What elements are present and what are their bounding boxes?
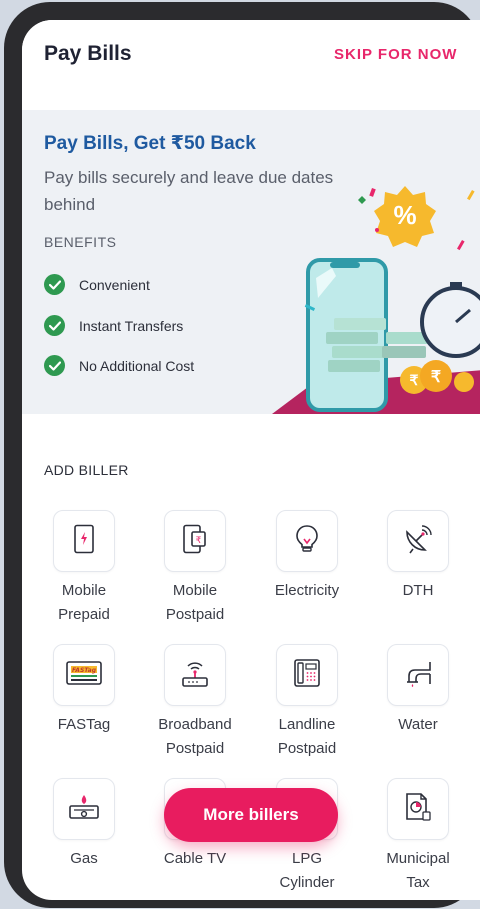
- promo-title: Pay Bills, Get ₹50 Back: [44, 133, 256, 154]
- biller-label: Electricity: [257, 579, 357, 603]
- router-icon: [180, 658, 210, 693]
- landline-phone-icon: [293, 658, 321, 693]
- biller-label: Mobile Prepaid: [34, 579, 134, 627]
- mobile-postpaid-icon: ₹: [182, 524, 208, 559]
- satellite-dish-icon: [403, 524, 433, 559]
- biller-municipal-tax[interactable]: Municipal Tax: [368, 778, 468, 895]
- fastag-card-icon: FASTag: [66, 660, 102, 691]
- biller-label: LPG Cylinder: [257, 847, 357, 895]
- gas-stove-icon: [68, 793, 100, 826]
- biller-label-line1: Municipal: [386, 850, 450, 867]
- benefits-label: BENEFITS: [44, 234, 117, 250]
- biller-mobile-postpaid[interactable]: ₹ Mobile Postpaid: [145, 510, 245, 627]
- biller-label-line2: Postpaid: [165, 740, 225, 757]
- benefit-label: Instant Transfers: [79, 317, 184, 334]
- check-icon: [44, 315, 65, 336]
- biller-label: Gas: [34, 847, 134, 871]
- biller-label: Mobile Postpaid: [145, 579, 245, 627]
- water-tap-icon: [403, 658, 433, 693]
- benefit-item: Instant Transfers: [44, 315, 183, 336]
- biller-label: DTH: [368, 579, 468, 603]
- promo-banner: Pay Bills, Get ₹50 Back Pay bills secure…: [22, 110, 480, 414]
- biller-tile[interactable]: FASTag: [53, 644, 115, 706]
- biller-label-line1: DTH: [402, 582, 434, 599]
- biller-label: Water: [368, 713, 468, 737]
- biller-label-line2: Postpaid: [277, 740, 337, 757]
- biller-label-line1: Water: [398, 716, 438, 733]
- biller-label: Landline Postpaid: [257, 713, 357, 761]
- biller-label-line1: FASTag: [57, 716, 111, 733]
- biller-label-line1: LPG: [291, 850, 322, 867]
- skip-for-now-link[interactable]: SKIP FOR NOW: [334, 46, 457, 63]
- benefit-item: No Additional Cost: [44, 355, 194, 376]
- check-icon: [44, 274, 65, 295]
- biller-gas[interactable]: Gas: [34, 778, 134, 871]
- page-title: Pay Bills: [44, 42, 132, 65]
- biller-tile[interactable]: [276, 644, 338, 706]
- biller-label: Broadband Postpaid: [145, 713, 245, 761]
- biller-water[interactable]: Water: [368, 644, 468, 737]
- pay-bills-illustration: % ₹ ₹: [272, 186, 480, 414]
- biller-label-line1: Mobile: [61, 582, 107, 599]
- biller-tile[interactable]: [164, 644, 226, 706]
- biller-landline[interactable]: Landline Postpaid: [257, 644, 357, 761]
- biller-label-line1: Broadband: [158, 716, 232, 733]
- biller-dth[interactable]: DTH: [368, 510, 468, 603]
- device-frame: Pay Bills SKIP FOR NOW Pay Bills, Get ₹5…: [4, 2, 480, 908]
- biller-label: Cable TV: [145, 847, 245, 871]
- more-billers-button[interactable]: More billers: [164, 788, 338, 842]
- biller-label-line2: Tax: [406, 874, 430, 891]
- benefit-label: Convenient: [79, 276, 150, 293]
- biller-label-line1: Gas: [70, 850, 98, 867]
- svg-text:₹: ₹: [196, 536, 202, 546]
- biller-label-line1: Cable TV: [163, 850, 227, 867]
- biller-label-line2: Cylinder: [279, 874, 335, 891]
- benefit-item: Convenient: [44, 274, 150, 295]
- app-screen: Pay Bills SKIP FOR NOW Pay Bills, Get ₹5…: [22, 20, 480, 900]
- biller-label-line2: Postpaid: [165, 606, 225, 623]
- biller-tile[interactable]: [387, 644, 449, 706]
- mobile-prepaid-icon: [73, 524, 95, 559]
- municipal-tax-icon: [404, 792, 432, 827]
- biller-broadband[interactable]: Broadband Postpaid: [145, 644, 245, 761]
- biller-label: FASTag: [34, 713, 134, 737]
- biller-tile[interactable]: [276, 510, 338, 572]
- benefit-label: No Additional Cost: [79, 357, 195, 374]
- svg-text:₹: ₹: [431, 369, 441, 386]
- bulb-icon: [295, 524, 319, 559]
- biller-label-line2: Prepaid: [58, 606, 110, 623]
- biller-tile[interactable]: ₹: [164, 510, 226, 572]
- fastag-logo-text: FASTag: [72, 667, 97, 674]
- biller-electricity[interactable]: Electricity: [257, 510, 357, 603]
- check-icon: [44, 355, 65, 376]
- biller-mobile-prepaid[interactable]: Mobile Prepaid: [34, 510, 134, 627]
- biller-tile[interactable]: [53, 778, 115, 840]
- biller-label-line1: Landline: [278, 716, 336, 733]
- biller-label-line1: Electricity: [274, 582, 340, 599]
- header: Pay Bills SKIP FOR NOW: [22, 20, 480, 110]
- biller-tile[interactable]: [53, 510, 115, 572]
- svg-text:₹: ₹: [410, 372, 419, 388]
- biller-fastag[interactable]: FASTag FASTag: [34, 644, 134, 737]
- biller-label-line1: Mobile: [172, 582, 218, 599]
- biller-tile[interactable]: [387, 510, 449, 572]
- biller-tile[interactable]: [387, 778, 449, 840]
- phone-mockup: Pay Bills SKIP FOR NOW Pay Bills, Get ₹5…: [0, 0, 480, 909]
- biller-label: Municipal Tax: [368, 847, 468, 895]
- add-biller-heading: ADD BILLER: [44, 462, 129, 478]
- svg-text:%: %: [393, 200, 416, 230]
